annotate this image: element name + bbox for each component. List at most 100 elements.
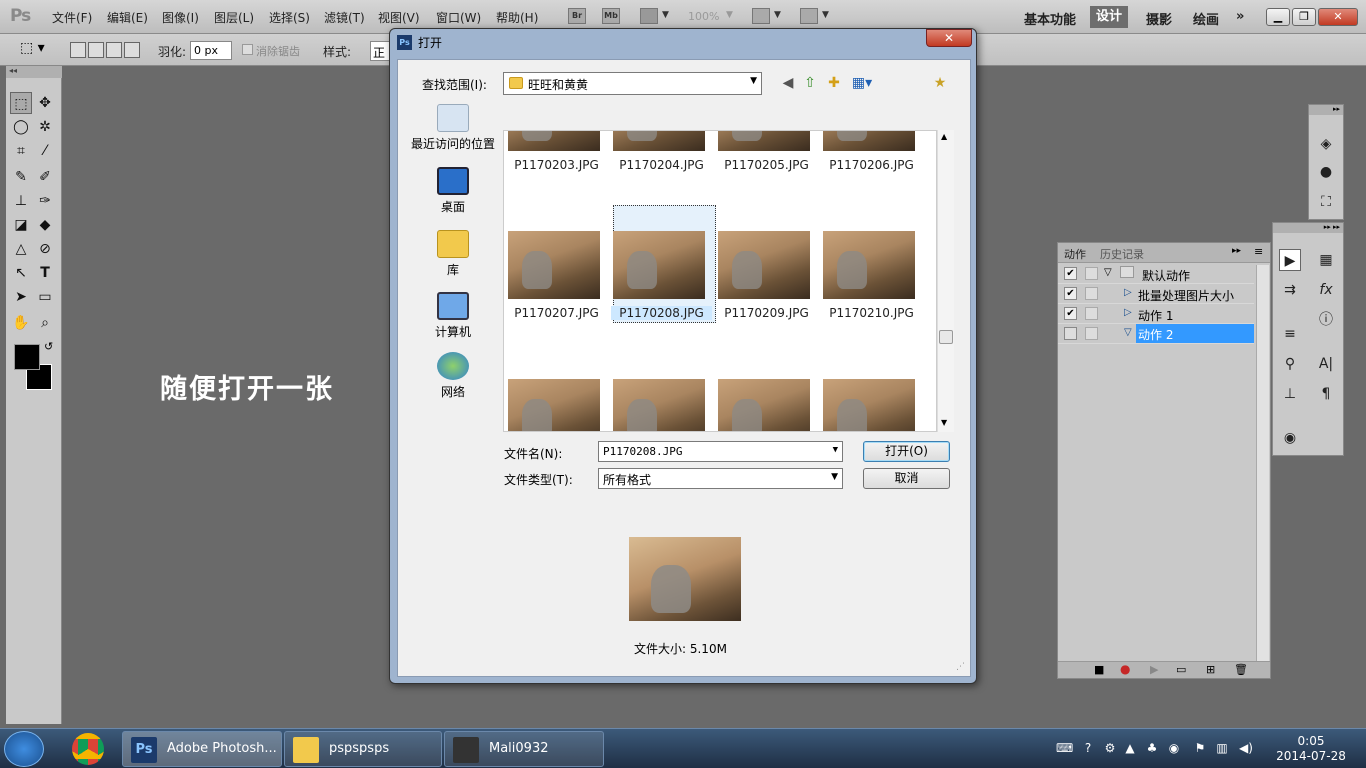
magic-wand-icon[interactable]: ✲ (34, 116, 56, 138)
paint-bucket-icon[interactable]: ◆ (34, 214, 56, 236)
healing-brush-icon[interactable]: ✎ (10, 166, 32, 188)
flag-icon[interactable]: ⚑ (1192, 741, 1208, 757)
workspace-paint[interactable]: 绘画 (1193, 9, 1219, 28)
clone-stamp-icon[interactable]: ⊥ (10, 190, 32, 212)
channels-icon[interactable]: ● (1315, 161, 1337, 183)
workspace-more[interactable]: » (1236, 9, 1244, 24)
type-tool-icon[interactable]: T (34, 262, 56, 284)
foreground-color-swatch[interactable] (14, 344, 40, 370)
place-recent[interactable]: 最近访问的位置 (408, 104, 498, 152)
chevron-down-icon[interactable]: ▼ (831, 472, 838, 482)
path-select-icon[interactable]: ➤ (10, 286, 32, 308)
file-name-selected[interactable]: P1170208.JPG (611, 306, 712, 320)
close-button[interactable]: ✕ (1318, 8, 1358, 26)
action-toggle-checkbox[interactable]: ✔ (1064, 267, 1077, 280)
new-selection-icon[interactable] (70, 42, 86, 58)
place-computer[interactable]: 计算机 (408, 292, 498, 340)
character-icon[interactable]: A| (1315, 353, 1337, 375)
subtract-selection-icon[interactable] (106, 42, 122, 58)
minibridge-icon[interactable]: Mb (602, 8, 620, 24)
expand-right-icon[interactable]: ▷ (1124, 307, 1132, 318)
up-folder-icon[interactable]: ⇧ (800, 74, 820, 92)
move-tool-icon[interactable]: ✥ (34, 92, 56, 114)
eyedropper-icon[interactable]: ⁄ (34, 140, 56, 162)
file-name[interactable]: P1170207.JPG (504, 306, 609, 320)
menu-image[interactable]: 图像(I) (162, 9, 199, 26)
file-thumbnail[interactable] (718, 131, 810, 151)
adjustments-icon[interactable]: ≡ (1279, 323, 1301, 345)
dialog-titlebar[interactable]: Ps 打开 ✕ (390, 29, 976, 55)
menu-layer[interactable]: 图层(L) (214, 9, 254, 26)
volume-icon[interactable]: ◀) (1238, 741, 1254, 757)
file-thumbnail-selected[interactable] (613, 231, 705, 299)
taskbar-item-folder[interactable]: pspspsps (284, 731, 442, 767)
screen-mode-icon[interactable] (800, 8, 818, 24)
arrange-documents-icon[interactable] (752, 8, 770, 24)
panel-scrollbar[interactable] (1256, 265, 1269, 661)
keyboard-icon[interactable]: ⌨ (1056, 741, 1073, 757)
clone-source-icon[interactable]: ⊥ (1279, 383, 1301, 405)
place-network[interactable]: 网络 (408, 352, 498, 400)
stop-icon[interactable]: ■ (1094, 663, 1104, 676)
file-name[interactable]: P1170206.JPG (819, 158, 924, 172)
filename-input[interactable]: P1170208.JPG ▼ (598, 441, 843, 462)
menu-window[interactable]: 窗口(W) (436, 9, 481, 26)
action-toggle-checkbox[interactable] (1064, 327, 1077, 340)
file-thumbnail[interactable] (718, 379, 810, 431)
action-row[interactable]: ✔ ▷ 批量处理图片大小 (1058, 284, 1254, 304)
action-row-selected[interactable]: ▽ 动作 2 (1058, 324, 1254, 344)
file-name[interactable]: P1170204.JPG (609, 158, 714, 172)
open-button[interactable]: 打开(O) (863, 441, 950, 462)
file-thumbnail[interactable] (613, 131, 705, 151)
filetype-select[interactable]: 所有格式 ▼ (598, 468, 843, 489)
taskbar-item-photoshop[interactable]: Ps Adobe Photosh... (122, 731, 282, 767)
file-name[interactable]: P1170205.JPG (714, 158, 819, 172)
actions-panel-icon[interactable]: ▶ (1279, 249, 1301, 271)
panel-menu-icon[interactable]: ≡ (1254, 245, 1263, 258)
menu-file[interactable]: 文件(F) (52, 9, 92, 26)
action-dialog-toggle[interactable] (1085, 327, 1098, 340)
menu-view[interactable]: 视图(V) (378, 9, 420, 26)
hand-tool-icon[interactable]: ✋ (10, 312, 32, 334)
restore-button[interactable]: ❐ (1292, 8, 1316, 26)
device-icon[interactable]: ▥ (1214, 741, 1230, 757)
paragraph-icon[interactable]: ¶ (1315, 383, 1337, 405)
swatches-icon[interactable]: ▦ (1315, 249, 1337, 271)
tray-app-icon[interactable]: ♣ (1144, 741, 1160, 757)
scroll-up-icon[interactable]: ▲ (941, 132, 947, 141)
tool-presets-icon[interactable]: ◉ (1279, 427, 1301, 449)
menu-edit[interactable]: 编辑(E) (107, 9, 148, 26)
workspace-design[interactable]: 设计 (1090, 6, 1128, 28)
tray-expand-icon[interactable]: ▲ (1122, 741, 1138, 757)
tab-actions[interactable]: 动作 (1064, 246, 1086, 262)
file-thumbnail[interactable] (823, 231, 915, 299)
expand-down-icon[interactable]: ▽ (1124, 327, 1132, 338)
zoom-level[interactable]: 100% (688, 10, 719, 23)
marquee-tool-icon[interactable]: ⬚ (10, 92, 32, 114)
place-desktop[interactable]: 桌面 (408, 167, 498, 215)
action-toggle-checkbox[interactable]: ✔ (1064, 287, 1077, 300)
bridge-icon[interactable]: Br (568, 8, 586, 24)
new-action-icon[interactable]: ⊞ (1206, 663, 1215, 676)
shield-icon[interactable]: ◉ (1166, 741, 1182, 757)
dock-expand-icon[interactable]: ▸▸ ▸▸ (1273, 223, 1343, 233)
file-name[interactable]: P1170209.JPG (714, 306, 819, 320)
history-brush-icon[interactable]: ✑ (34, 190, 56, 212)
info-icon[interactable]: ⓘ (1315, 309, 1337, 331)
chevron-down-icon[interactable]: ▼ (726, 10, 733, 20)
action-dialog-toggle[interactable] (1085, 267, 1098, 280)
file-thumbnail[interactable] (508, 231, 600, 299)
menu-filter[interactable]: 滤镜(T) (324, 9, 365, 26)
resize-grip-icon[interactable]: ⋰ (956, 662, 965, 672)
menu-select[interactable]: 选择(S) (269, 9, 310, 26)
taskbar-item-mali[interactable]: Mali0932 (444, 731, 604, 767)
file-thumbnail[interactable] (823, 131, 915, 151)
guides-icon[interactable] (640, 8, 658, 24)
blur-tool-icon[interactable]: △ (10, 238, 32, 260)
chevron-down-icon[interactable]: ▼ (774, 10, 781, 20)
menu-help[interactable]: 帮助(H) (496, 9, 538, 26)
file-thumbnail[interactable] (823, 379, 915, 431)
chevron-down-icon[interactable]: ▼ (822, 10, 829, 20)
collapse-icon[interactable]: ◂◂ (6, 66, 62, 78)
back-icon[interactable]: ◀ (778, 74, 798, 92)
